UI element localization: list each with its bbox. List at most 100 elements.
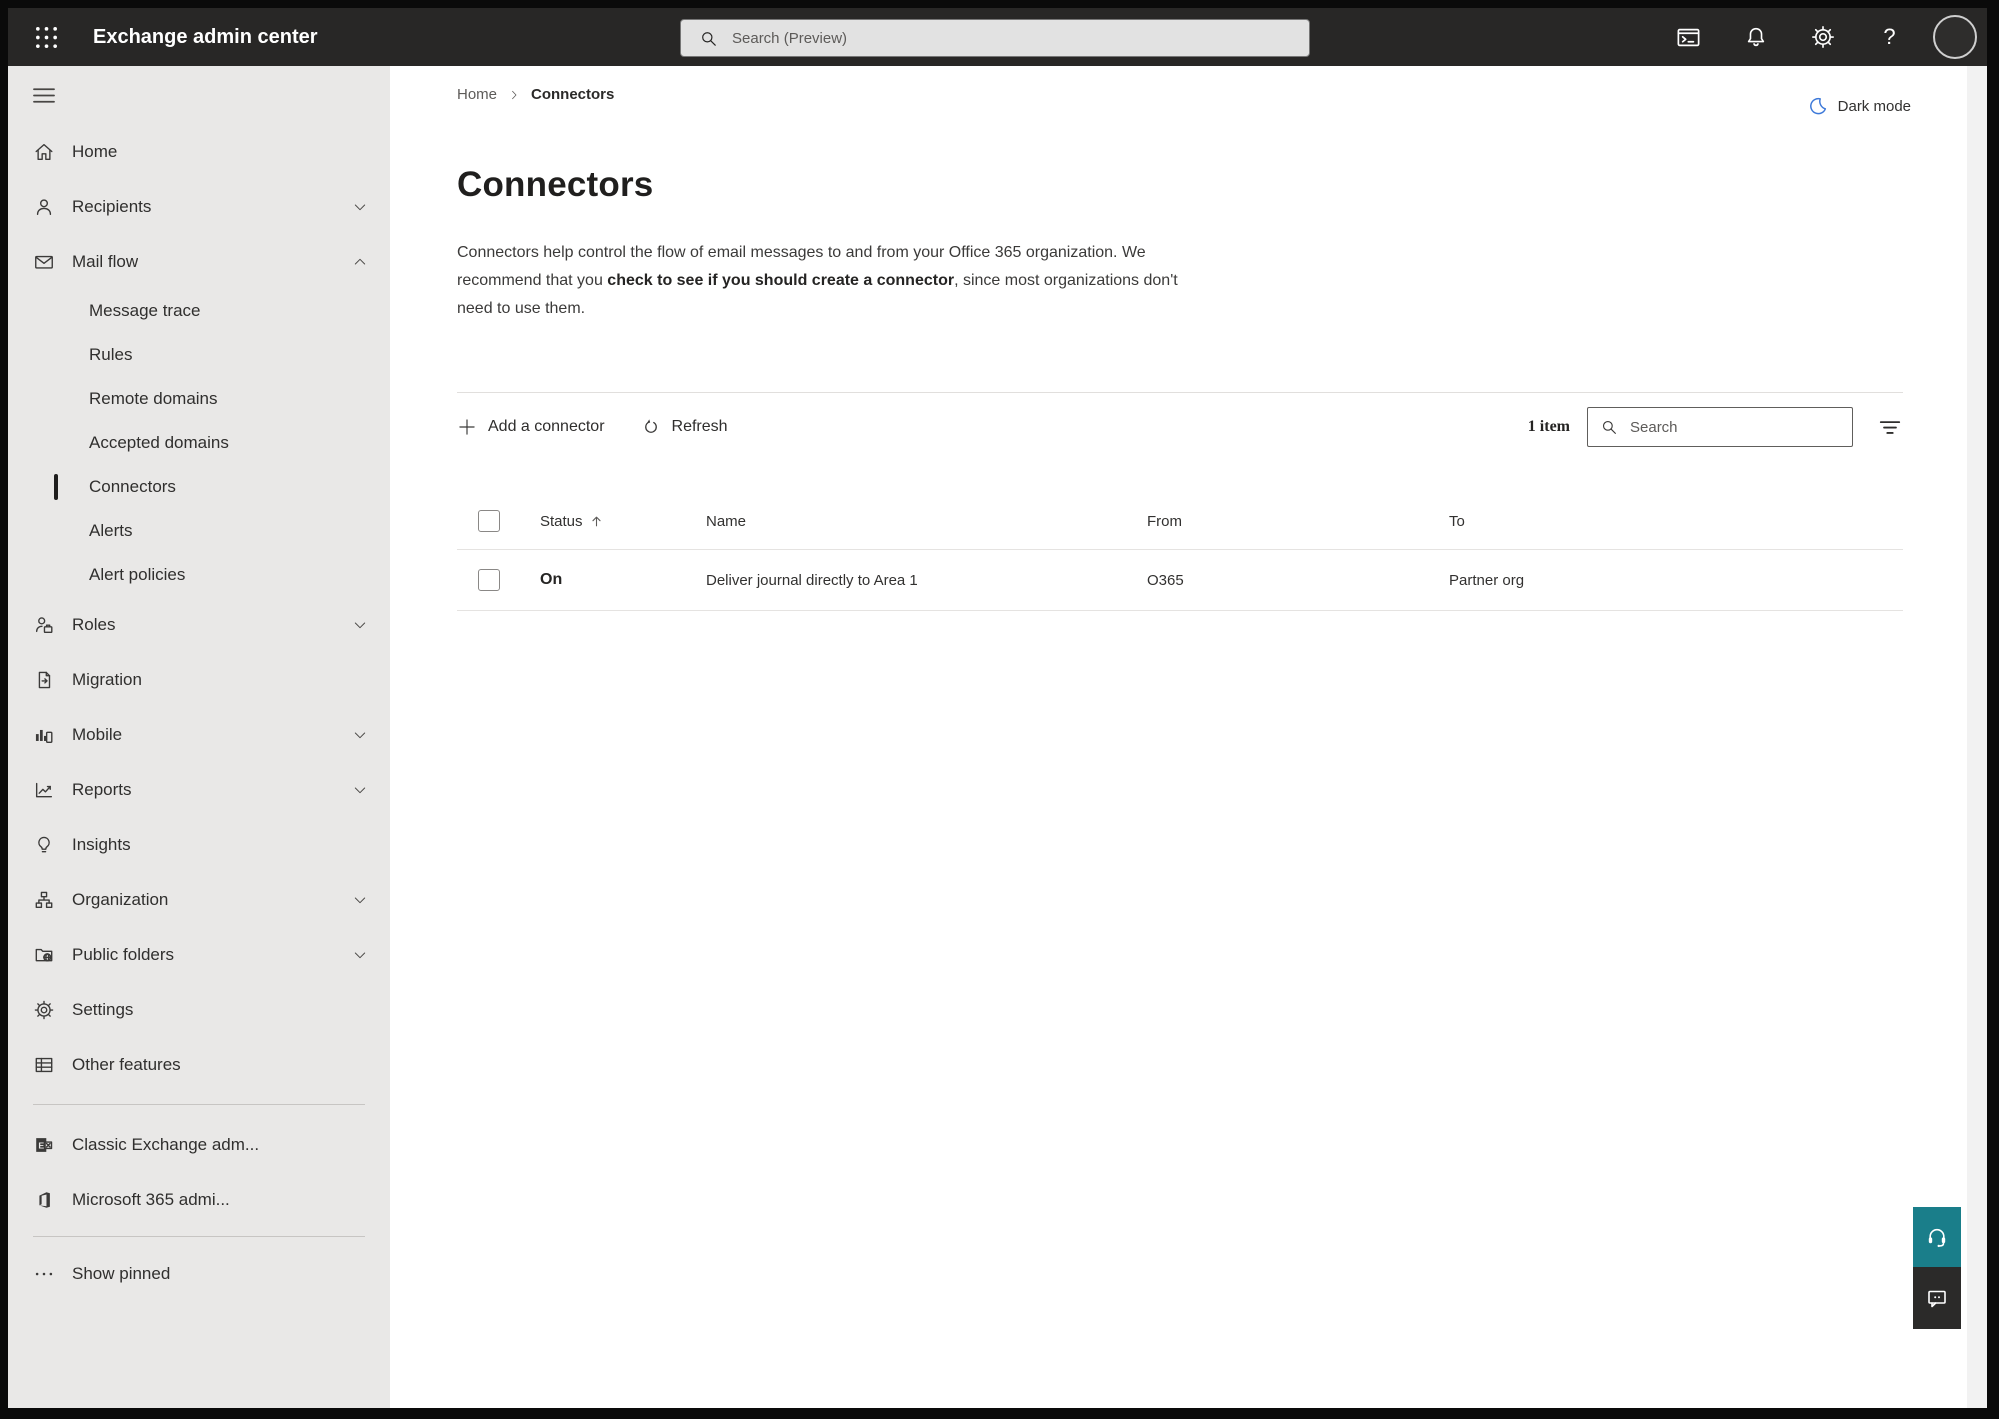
- settings-gear-icon: [1811, 26, 1834, 48]
- connector-to: Partner org: [1449, 571, 1525, 589]
- app-launcher-button[interactable]: [24, 15, 68, 59]
- mail-flow-envelope-icon: [35, 255, 53, 269]
- roles-person-badge-icon: [35, 616, 53, 633]
- list-toolbar: Add a connector Refresh 1 item: [457, 405, 1903, 449]
- page-description: Connectors help control the flow of emai…: [457, 244, 1178, 317]
- description-emphasis: check to see if you should create a conn…: [607, 272, 955, 289]
- sidebar-item-reports[interactable]: Reports: [8, 762, 390, 817]
- home-icon: [35, 143, 53, 160]
- sidebar-collapse-button[interactable]: [27, 80, 61, 110]
- sidebar-item-public-folders[interactable]: Public folders: [8, 927, 390, 982]
- refresh-button[interactable]: Refresh: [641, 417, 728, 437]
- moon-icon: [1809, 97, 1826, 115]
- list-search-input[interactable]: [1628, 417, 1842, 437]
- chevron-down-icon: [354, 897, 366, 903]
- page-title: Connectors: [457, 165, 654, 204]
- row-checkbox[interactable]: [478, 569, 500, 591]
- toolbar-right: 1 item: [1528, 407, 1903, 447]
- dark-mode-label: Dark mode: [1837, 97, 1911, 115]
- breadcrumb-current: Connectors: [531, 86, 615, 103]
- sidebar-item-connectors[interactable]: Connectors: [8, 465, 390, 509]
- exchange-admin-center-window: Exchange admin center Search (Preview) ?…: [8, 8, 1987, 1408]
- connector-name: Deliver journal directly to Area 1: [706, 571, 918, 589]
- main-content: Home Connectors Dark mode Connectors Con…: [390, 66, 1987, 1408]
- column-header-name[interactable]: Name: [706, 513, 1147, 530]
- chevron-down-icon: [354, 732, 366, 738]
- hamburger-menu-icon: [33, 87, 55, 103]
- help-icon: ?: [1883, 24, 1896, 49]
- sidebar-item-alert-policies[interactable]: Alert policies: [8, 553, 390, 597]
- global-search-input[interactable]: [730, 28, 1309, 48]
- body-row: Home Recipients Mail flow Message trace …: [8, 66, 1987, 1408]
- sidebar-item-message-trace[interactable]: Message trace: [8, 289, 390, 333]
- notifications-bell-icon: [1747, 27, 1764, 47]
- dark-mode-toggle[interactable]: Dark mode: [1807, 95, 1911, 117]
- sidebar-item-settings[interactable]: Settings: [8, 982, 390, 1037]
- settings-gear-icon: [34, 1000, 54, 1019]
- connector-status: On: [540, 571, 563, 588]
- search-icon: [1602, 420, 1616, 434]
- list-search[interactable]: [1587, 407, 1853, 447]
- select-all-checkbox[interactable]: [478, 510, 500, 532]
- sidebar-item-home[interactable]: Home: [8, 124, 390, 179]
- reports-chart-icon: [35, 782, 53, 797]
- support-button[interactable]: [1913, 1207, 1961, 1267]
- organization-chart-icon: [35, 891, 53, 908]
- chevron-down-icon: [354, 952, 366, 958]
- sidebar-item-microsoft-365-admin[interactable]: Microsoft 365 admi...: [8, 1172, 390, 1227]
- other-features-table-icon: [35, 1057, 53, 1072]
- sidebar-item-show-pinned[interactable]: Show pinned: [8, 1246, 390, 1301]
- sidebar-item-organization[interactable]: Organization: [8, 872, 390, 927]
- sidebar-item-other-features[interactable]: Other features: [8, 1037, 390, 1092]
- sidebar-item-roles[interactable]: Roles: [8, 597, 390, 652]
- sidebar-item-accepted-domains[interactable]: Accepted domains: [8, 421, 390, 465]
- app-title: Exchange admin center: [93, 25, 318, 48]
- sidebar-item-insights[interactable]: Insights: [8, 817, 390, 872]
- mobile-devices-icon: [35, 729, 53, 743]
- help-button[interactable]: ?: [1876, 24, 1903, 51]
- migration-document-icon: [38, 671, 51, 688]
- powershell-button[interactable]: [1675, 24, 1702, 51]
- topbar-settings-button[interactable]: [1809, 24, 1836, 51]
- notifications-button[interactable]: [1742, 24, 1769, 51]
- recipients-person-icon: [36, 198, 52, 215]
- chevron-down-icon: [354, 204, 366, 210]
- filter-button[interactable]: [1877, 414, 1903, 440]
- public-folders-icon: [35, 948, 53, 961]
- powershell-terminal-icon: [1677, 28, 1700, 46]
- feedback-button[interactable]: [1913, 1267, 1961, 1329]
- column-header-status[interactable]: Status: [540, 513, 706, 530]
- topbar-actions: ?: [1675, 15, 1977, 59]
- sidebar-item-mail-flow[interactable]: Mail flow: [8, 234, 390, 289]
- microsoft-365-logo-icon: [39, 1191, 50, 1208]
- filter-icon: [1879, 421, 1901, 434]
- sidebar-nav: Home Recipients Mail flow Message trace …: [8, 66, 390, 1408]
- connector-row[interactable]: On Deliver journal directly to Area 1 O3…: [457, 550, 1903, 611]
- sidebar-items: Home Recipients Mail flow Message trace …: [8, 124, 390, 1301]
- app-launcher-waffle-icon: [35, 26, 57, 48]
- sidebar-item-rules[interactable]: Rules: [8, 333, 390, 377]
- sidebar-item-classic-exchange-admin[interactable]: E Classic Exchange adm...: [8, 1117, 390, 1172]
- svg-text:E: E: [38, 1140, 44, 1150]
- feedback-chat-icon: [1928, 1290, 1946, 1308]
- sidebar-item-remote-domains[interactable]: Remote domains: [8, 377, 390, 421]
- sidebar-divider: [33, 1104, 365, 1105]
- chevron-up-icon: [354, 258, 366, 264]
- column-header-to[interactable]: To: [1449, 513, 1903, 530]
- item-count: 1 item: [1527, 418, 1570, 435]
- breadcrumb-row: Home Connectors Dark mode: [390, 66, 1987, 117]
- column-header-from[interactable]: From: [1147, 513, 1449, 530]
- sidebar-item-recipients[interactable]: Recipients: [8, 179, 390, 234]
- classic-exchange-logo-icon: E: [36, 1137, 53, 1152]
- add-connector-button[interactable]: Add a connector: [457, 417, 605, 437]
- sidebar-item-alerts[interactable]: Alerts: [8, 509, 390, 553]
- ellipsis-icon: [35, 1272, 53, 1275]
- search-icon: [702, 31, 716, 46]
- breadcrumb-home-link[interactable]: Home: [457, 86, 497, 103]
- account-avatar[interactable]: [1933, 15, 1977, 59]
- insights-lightbulb-icon: [38, 836, 50, 852]
- sidebar-item-migration[interactable]: Migration: [8, 652, 390, 707]
- global-search[interactable]: [680, 19, 1310, 57]
- scrollbar-track[interactable]: [1967, 66, 1987, 1408]
- sidebar-item-mobile[interactable]: Mobile: [8, 707, 390, 762]
